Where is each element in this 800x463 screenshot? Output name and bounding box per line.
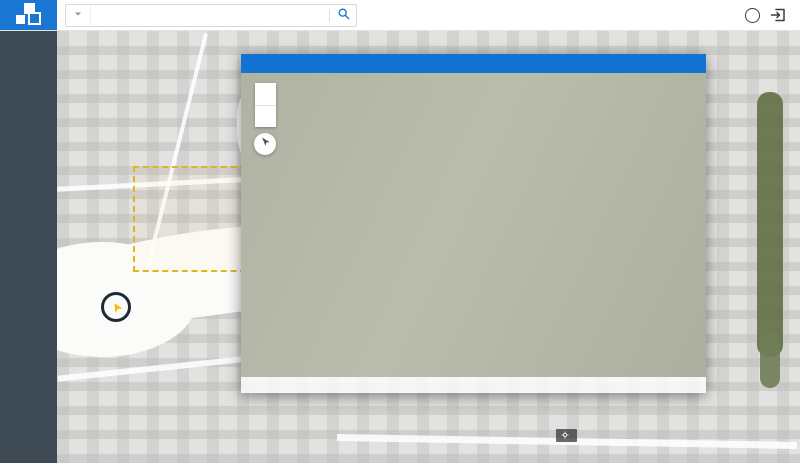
3d-zoom-controls [255,83,276,127]
search-box[interactable] [65,4,357,27]
help-button[interactable] [745,8,760,23]
caret-down-icon [72,7,84,25]
crosshair-icon [561,431,569,441]
3d-panel-attribution [241,377,706,393]
streetview-marker[interactable]: ➤ [101,292,131,322]
coordinate-readout [556,429,577,442]
3d-panel-header[interactable] [241,54,706,73]
3d-zoom-in-button[interactable] [255,83,276,106]
search-input[interactable] [91,10,309,22]
3d-scene[interactable] [241,73,706,377]
sidebar [0,30,57,463]
3d-view-panel [241,54,706,393]
logo-square [16,15,25,24]
park-area [757,92,783,357]
analysis-area-outline[interactable] [133,166,256,272]
logo-square [28,12,41,25]
streetview-arrow-icon: ➤ [108,299,125,315]
park-area [760,330,780,388]
3d-zoom-out-button[interactable] [255,106,276,128]
search-button[interactable] [330,7,356,25]
app-logo[interactable] [0,0,57,30]
search-dropdown-button[interactable] [66,5,91,26]
app-window: ➤ [0,0,800,463]
compass-button[interactable] [254,133,276,155]
top-bar [0,0,800,31]
search-icon [337,7,350,25]
logout-icon [770,10,786,27]
logout-button[interactable] [770,7,786,23]
compass-needle-icon [259,135,272,153]
